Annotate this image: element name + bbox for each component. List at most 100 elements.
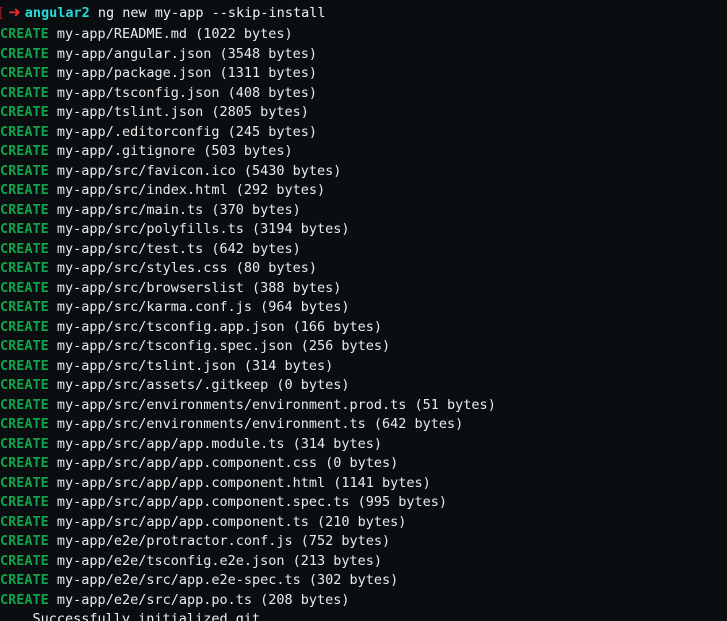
create-path: my-app/e2e/src/app.e2e-spec.ts (302 byte…	[56, 572, 399, 588]
create-separator	[49, 46, 57, 62]
create-tag: CREATE	[0, 513, 49, 530]
create-separator	[49, 299, 57, 315]
create-path: my-app/src/app/app.component.ts (210 byt…	[56, 513, 407, 530]
create-tag: CREATE	[0, 494, 49, 510]
terminal-window[interactable]: [➜angular2 ng new my-app --skip-install …	[0, 0, 727, 621]
create-tag: CREATE	[0, 318, 49, 335]
create-path: my-app/e2e/protractor.conf.js (752 bytes…	[56, 533, 391, 549]
create-path: my-app/src/browserslist (388 bytes)	[56, 279, 342, 296]
create-separator	[49, 319, 57, 335]
create-tag: CREATE	[0, 221, 49, 237]
create-separator	[49, 358, 57, 374]
create-separator	[49, 475, 57, 491]
create-path: my-app/src/app/app.component.html (1141 …	[56, 474, 431, 491]
create-separator	[49, 241, 57, 257]
create-path: my-app/src/favicon.ico (5430 bytes)	[56, 162, 342, 179]
create-tag: CREATE	[0, 65, 49, 81]
create-line: CREATE my-app/src/karma.conf.js (964 byt…	[0, 298, 727, 318]
prompt-context-label: angular2	[24, 5, 90, 21]
create-line: CREATE my-app/src/polyfills.ts (3194 byt…	[0, 220, 727, 240]
create-line: CREATE my-app/.gitignore (503 bytes)	[0, 142, 727, 162]
create-path: my-app/angular.json (3548 bytes)	[56, 45, 318, 62]
create-path: my-app/src/test.ts (642 bytes)	[56, 240, 301, 257]
create-separator	[49, 397, 57, 413]
create-line: CREATE my-app/README.md (1022 bytes)	[0, 25, 727, 45]
create-separator	[49, 533, 57, 549]
create-tag: CREATE	[0, 299, 49, 315]
create-line: CREATE my-app/src/favicon.ico (5430 byte…	[0, 162, 727, 182]
create-separator	[49, 85, 57, 101]
create-separator	[49, 514, 57, 530]
create-line: CREATE my-app/e2e/src/app.e2e-spec.ts (3…	[0, 571, 727, 591]
create-path: my-app/src/index.html (292 bytes)	[56, 182, 326, 198]
create-tag: CREATE	[0, 338, 49, 354]
create-line: CREATE my-app/src/tsconfig.app.json (166…	[0, 318, 727, 338]
create-path: my-app/README.md (1022 bytes)	[56, 26, 293, 42]
create-separator	[49, 572, 57, 588]
create-line: CREATE my-app/src/tsconfig.spec.json (25…	[0, 337, 727, 357]
create-tag: CREATE	[0, 533, 49, 549]
create-tag: CREATE	[0, 162, 49, 179]
create-separator	[49, 553, 57, 569]
create-line: CREATE my-app/src/main.ts (370 bytes)	[0, 201, 727, 221]
create-path: my-app/src/assets/.gitkeep (0 bytes)	[56, 377, 350, 393]
create-tag: CREATE	[0, 552, 49, 569]
create-line: CREATE my-app/src/tslint.json (314 bytes…	[0, 357, 727, 377]
create-line: CREATE my-app/e2e/protractor.conf.js (75…	[0, 532, 727, 552]
create-path: my-app/src/app/app.module.ts (314 bytes)	[56, 435, 383, 452]
create-path: my-app/src/tsconfig.app.json (166 bytes)	[56, 318, 383, 335]
create-path: my-app/package.json (1311 bytes)	[56, 65, 318, 81]
create-separator	[49, 280, 57, 296]
create-path: my-app/e2e/src/app.po.ts (208 bytes)	[56, 591, 350, 608]
create-separator	[49, 338, 57, 354]
create-line: CREATE my-app/src/styles.css (80 bytes)	[0, 259, 727, 279]
create-path: my-app/src/styles.css (80 bytes)	[56, 260, 318, 276]
create-tag: CREATE	[0, 260, 49, 276]
status-message-line: Successfully initialized git.	[0, 611, 269, 621]
create-tag: CREATE	[0, 123, 49, 140]
create-tag: CREATE	[0, 201, 49, 218]
create-line: CREATE my-app/src/test.ts (642 bytes)	[0, 240, 727, 260]
create-tag: CREATE	[0, 26, 49, 42]
create-separator	[49, 124, 57, 140]
create-path: my-app/src/environments/environment.ts (…	[56, 416, 464, 432]
create-path: my-app/e2e/tsconfig.e2e.json (213 bytes)	[56, 552, 383, 569]
create-path: my-app/tsconfig.json (408 bytes)	[56, 84, 318, 101]
create-separator	[49, 65, 57, 81]
create-path: my-app/.gitignore (503 bytes)	[56, 143, 293, 159]
create-line: CREATE my-app/src/environments/environme…	[0, 415, 727, 435]
create-path: my-app/src/main.ts (370 bytes)	[56, 201, 301, 218]
create-separator	[49, 494, 57, 510]
terminal-screen: [➜angular2 ng new my-app --skip-install …	[0, 3, 727, 621]
create-tag: CREATE	[0, 455, 49, 471]
create-line: CREATE my-app/e2e/src/app.po.ts (208 byt…	[0, 591, 727, 611]
create-tag: CREATE	[0, 84, 49, 101]
create-line: CREATE my-app/src/environments/environme…	[0, 396, 727, 416]
create-path: my-app/src/environments/environment.prod…	[56, 396, 496, 413]
create-path: my-app/src/app/app.component.spec.ts (99…	[56, 494, 448, 510]
create-line: CREATE my-app/src/app/app.component.ts (…	[0, 513, 727, 533]
create-tag: CREATE	[0, 182, 49, 198]
create-separator	[49, 143, 57, 159]
create-line: CREATE my-app/src/index.html (292 bytes)	[0, 181, 727, 201]
create-separator	[49, 455, 57, 471]
prompt-arrow-icon: ➜	[8, 3, 21, 21]
create-path: my-app/.editorconfig (245 bytes)	[56, 123, 318, 140]
create-line: CREATE my-app/tslint.json (2805 bytes)	[0, 103, 727, 123]
create-path: my-app/src/app/app.component.css (0 byte…	[56, 455, 399, 471]
create-tag: CREATE	[0, 104, 49, 120]
create-tag: CREATE	[0, 377, 49, 393]
create-line: CREATE my-app/src/app/app.component.css …	[0, 454, 727, 474]
create-separator	[49, 182, 57, 198]
create-separator	[49, 377, 57, 393]
terminal-output: CREATE my-app/README.md (1022 bytes) CREA…	[0, 25, 727, 610]
create-line: CREATE my-app/package.json (1311 bytes)	[0, 64, 727, 84]
create-separator	[49, 221, 57, 237]
create-line: CREATE my-app/e2e/tsconfig.e2e.json (213…	[0, 552, 727, 572]
create-separator	[49, 592, 57, 608]
create-line: CREATE my-app/angular.json (3548 bytes)	[0, 45, 727, 65]
create-separator	[49, 436, 57, 452]
create-separator	[49, 416, 57, 432]
create-path: my-app/src/karma.conf.js (964 bytes)	[56, 299, 350, 315]
create-tag: CREATE	[0, 357, 49, 374]
